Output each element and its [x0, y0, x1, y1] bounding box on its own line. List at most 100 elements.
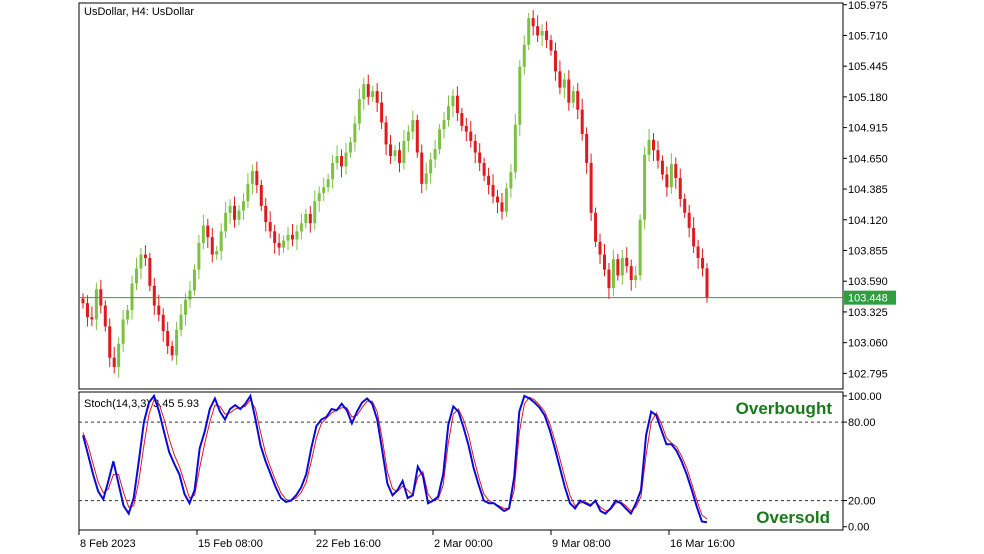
- candle-body: [478, 152, 482, 163]
- chart-canvas: UsDollar, H4: UsDollar 105.975105.710105…: [78, 0, 896, 550]
- candle-body: [397, 150, 401, 163]
- candle-body: [255, 171, 259, 185]
- candle: [415, 114, 419, 158]
- candle: [148, 252, 152, 292]
- candle-body: [647, 139, 651, 155]
- candle-body: [233, 205, 237, 220]
- stochastic-tick-label: 0.00: [848, 522, 869, 534]
- price-tick-label: 105.180: [848, 92, 888, 104]
- price-tick-label: 102.795: [848, 368, 888, 380]
- candle-body: [656, 150, 660, 161]
- oversold-annotation: Oversold: [756, 508, 830, 527]
- candle-body: [322, 187, 326, 194]
- candle-body: [353, 123, 357, 143]
- candle-body: [549, 40, 553, 51]
- candle-body: [527, 18, 531, 45]
- candle-body: [589, 162, 593, 213]
- candle-body: [286, 234, 290, 241]
- candle-body: [112, 357, 116, 367]
- candle-body: [496, 196, 500, 203]
- candle-body: [179, 314, 183, 330]
- stochastic-y-axis: 100.00 80.00 20.00 0.00: [843, 391, 882, 534]
- candle-body: [206, 225, 210, 238]
- candle-body: [290, 234, 294, 240]
- candle-body: [108, 326, 112, 358]
- candle-body: [701, 258, 705, 269]
- candle-body: [634, 275, 638, 281]
- overbought-annotation: Overbought: [736, 399, 833, 418]
- candle-body: [357, 99, 361, 124]
- candle-body: [406, 131, 410, 141]
- candle-body: [652, 139, 656, 151]
- time-tick-label: 15 Feb 08:00: [198, 538, 263, 550]
- stochastic-tick-label: 20.00: [848, 496, 876, 508]
- candle-body: [692, 227, 696, 247]
- candle-body: [299, 223, 303, 232]
- candle-body: [264, 205, 268, 223]
- price-y-axis: 105.975 105.710 105.445 105.180 104.915 104.6…: [843, 0, 888, 380]
- candle-body: [126, 310, 130, 320]
- candle-body: [366, 84, 370, 97]
- candle-body: [273, 231, 277, 243]
- candle-body: [161, 314, 165, 332]
- candle-body: [455, 95, 459, 114]
- candle-body: [696, 246, 700, 259]
- candle-body: [134, 268, 138, 284]
- candle-body: [308, 213, 312, 224]
- candle-body: [683, 198, 687, 213]
- candle-body: [259, 184, 263, 206]
- candle: [527, 12, 531, 50]
- candle-body: [504, 188, 508, 212]
- candle: [589, 153, 593, 221]
- candle-body: [389, 144, 393, 157]
- price-tick-label: 104.385: [848, 184, 888, 196]
- candle-body: [482, 162, 486, 176]
- candle-body: [331, 162, 335, 180]
- candle-body: [81, 298, 85, 304]
- time-tick-label: 9 Mar 08:00: [552, 538, 611, 550]
- candle-body: [442, 120, 446, 130]
- candle-body: [219, 231, 223, 252]
- candle-body: [594, 212, 598, 242]
- candle-body: [513, 124, 517, 173]
- candle-body: [464, 125, 468, 132]
- candle-body: [665, 174, 669, 188]
- candle-body: [175, 329, 179, 356]
- candle-body: [184, 299, 188, 315]
- candle-body: [629, 266, 633, 281]
- candle-body: [602, 254, 606, 270]
- candle-body: [674, 164, 678, 179]
- candle: [705, 263, 709, 303]
- stochastic-tick-label: 80.00: [848, 417, 876, 429]
- candle-body: [540, 30, 544, 36]
- candle-body: [188, 290, 192, 300]
- candle-body: [139, 254, 143, 269]
- candle-body: [536, 26, 540, 36]
- candle-body: [210, 237, 214, 255]
- price-panel: [78, 2, 844, 390]
- candle-body: [518, 66, 522, 125]
- candle-body: [90, 317, 94, 320]
- candle-body: [643, 154, 647, 220]
- candle-body: [121, 319, 125, 344]
- candle-body: [295, 231, 299, 240]
- candle-body: [304, 213, 308, 224]
- candle-body: [438, 129, 442, 150]
- price-tick-label: 103.060: [848, 338, 888, 350]
- candle-body: [197, 242, 201, 270]
- candle-body: [415, 120, 419, 153]
- candle-body: [380, 102, 384, 123]
- candle-body: [509, 172, 513, 189]
- candle-body: [545, 30, 549, 41]
- candle-body: [170, 346, 174, 356]
- candle-body: [446, 106, 450, 121]
- candle-body: [130, 283, 134, 311]
- stochastic-tick-label: 100.00: [848, 391, 882, 403]
- candle-body: [340, 156, 344, 167]
- candle-body: [420, 152, 424, 184]
- candle-body: [393, 150, 397, 157]
- price-tick-label: 105.710: [848, 30, 888, 42]
- candle-body: [152, 285, 156, 306]
- candle-body: [558, 71, 562, 88]
- candle-body: [424, 173, 428, 184]
